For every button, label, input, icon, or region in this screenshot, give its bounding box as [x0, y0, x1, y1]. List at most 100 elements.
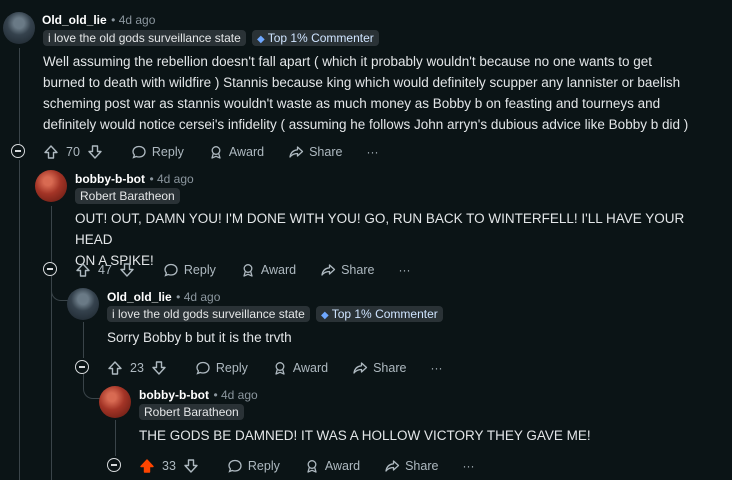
avatar[interactable] — [99, 386, 131, 418]
comment-header: Old_old_lie • 4d ago — [107, 288, 220, 306]
badge-icon: ◆ — [257, 34, 265, 45]
timestamp: • 4d ago — [149, 172, 194, 186]
comment-actions: 47 Reply Award Share ··· — [75, 260, 434, 280]
collapse-icon[interactable] — [43, 262, 57, 276]
award-icon — [211, 146, 221, 159]
more-options-button[interactable]: ··· — [366, 145, 378, 159]
reply-icon — [164, 263, 178, 277]
user-flair: i love the old gods surveillance state — [107, 306, 310, 322]
more-icon: ··· — [366, 145, 379, 159]
avatar[interactable] — [3, 12, 35, 44]
username[interactable]: bobby-b-bot — [139, 388, 209, 402]
award-button[interactable]: Award — [240, 262, 296, 278]
thread-line — [19, 160, 20, 480]
share-button[interactable]: Share — [352, 360, 406, 376]
share-icon — [353, 362, 368, 374]
thread-line — [115, 420, 116, 456]
thread-line — [51, 300, 52, 480]
badge-icon: ◆ — [321, 310, 329, 321]
share-label: Share — [405, 459, 439, 473]
downvote-icon[interactable] — [119, 262, 135, 278]
downvote-icon[interactable] — [183, 458, 199, 474]
comment-header: bobby-b-bot • 4d ago — [139, 386, 258, 404]
award-button[interactable]: Award — [304, 458, 360, 474]
share-label: Share — [341, 263, 375, 277]
vote-group: 33 — [139, 458, 199, 474]
comment-line: OUT! OUT, DAMN YOU! I'M DONE WITH YOU! G… — [75, 211, 685, 247]
upvote-icon[interactable] — [43, 144, 59, 160]
comment-line: burned to death with wildfire ) Stannis … — [43, 75, 681, 90]
award-button[interactable]: Award — [272, 360, 328, 376]
username[interactable]: Old_old_lie — [42, 13, 107, 27]
reply-icon — [132, 145, 146, 159]
more-options-button[interactable]: ··· — [430, 361, 442, 375]
award-label: Award — [260, 263, 297, 277]
award-button[interactable]: Award — [208, 144, 264, 160]
reply-label: Reply — [247, 459, 280, 473]
comment-actions: 23 Reply Award Share ··· — [107, 358, 466, 378]
vote-count: 33 — [162, 459, 176, 473]
reply-label: Reply — [151, 145, 184, 159]
vote-group: 70 — [43, 144, 103, 160]
username[interactable]: bobby-b-bot — [75, 172, 145, 186]
downvote-icon[interactable] — [87, 144, 103, 160]
upvote-icon[interactable] — [107, 360, 123, 376]
vote-count: 70 — [66, 145, 80, 159]
user-flair: i love the old gods surveillance state — [43, 30, 246, 46]
reply-label: Reply — [183, 263, 216, 277]
thread-curve — [51, 284, 68, 301]
comment-line: scheming post war as stannis wouldn't wa… — [43, 96, 661, 111]
more-options-button[interactable]: ··· — [462, 459, 474, 473]
award-label: Award — [292, 361, 329, 375]
upvote-icon[interactable] — [139, 458, 155, 474]
award-icon — [307, 460, 317, 473]
thread-line — [19, 48, 20, 148]
more-icon: ··· — [462, 459, 475, 473]
timestamp: • 4d ago — [111, 13, 156, 27]
comment-body: THE GODS BE DAMNED! IT WAS A HOLLOW VICT… — [139, 425, 719, 446]
timestamp: • 4d ago — [213, 388, 258, 402]
comment-header: bobby-b-bot • 4d ago — [75, 170, 194, 188]
comment-actions: 70 Reply Award Share ··· — [43, 142, 402, 162]
share-icon — [289, 146, 304, 158]
share-icon — [385, 460, 400, 472]
comment-line: definitely would notice cersei's infidel… — [43, 117, 689, 132]
vote-count: 47 — [98, 263, 112, 277]
vote-count: 23 — [130, 361, 144, 375]
reply-button[interactable]: Reply — [195, 360, 248, 376]
reply-button[interactable]: Reply — [163, 262, 216, 278]
timestamp: • 4d ago — [176, 290, 221, 304]
share-button[interactable]: Share — [288, 144, 342, 160]
collapse-icon[interactable] — [11, 144, 25, 158]
avatar[interactable] — [35, 170, 67, 202]
award-label: Award — [324, 459, 361, 473]
user-flair: Robert Baratheon — [139, 404, 244, 420]
user-flair: Robert Baratheon — [75, 188, 180, 204]
vote-group: 23 — [107, 360, 167, 376]
share-icon — [321, 264, 336, 276]
username[interactable]: Old_old_lie — [107, 290, 172, 304]
more-options-button[interactable]: ··· — [398, 263, 410, 277]
thread-line — [51, 206, 52, 262]
reply-button[interactable]: Reply — [227, 458, 280, 474]
vote-group: 47 — [75, 262, 135, 278]
reply-icon — [228, 459, 242, 473]
collapse-icon[interactable] — [107, 458, 121, 472]
avatar[interactable] — [67, 288, 99, 320]
reply-icon — [196, 361, 210, 375]
reply-button[interactable]: Reply — [131, 144, 184, 160]
collapse-icon[interactable] — [75, 360, 89, 374]
thread-line — [83, 322, 84, 358]
top-commenter-badge: ◆ Top 1% Commenter — [316, 306, 443, 322]
downvote-icon[interactable] — [151, 360, 167, 376]
upvote-icon[interactable] — [75, 262, 91, 278]
reply-label: Reply — [215, 361, 248, 375]
comment-line: Well assuming the rebellion doesn't fall… — [43, 54, 653, 69]
share-button[interactable]: Share — [320, 262, 374, 278]
more-icon: ··· — [430, 361, 443, 375]
top-commenter-badge: ◆ Top 1% Commenter — [252, 30, 379, 46]
share-button[interactable]: Share — [384, 458, 438, 474]
share-label: Share — [373, 361, 407, 375]
comment-line: THE GODS BE DAMNED! IT WAS A HOLLOW VICT… — [139, 428, 591, 443]
share-label: Share — [309, 145, 343, 159]
